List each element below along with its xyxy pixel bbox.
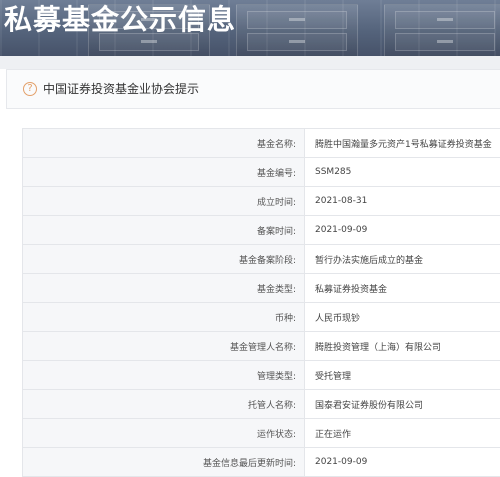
field-value: 2021-08-31 bbox=[305, 187, 500, 216]
field-value: 受托管理 bbox=[305, 361, 500, 390]
field-value: 人民币现钞 bbox=[305, 303, 500, 332]
field-label: 管理类型: bbox=[23, 361, 305, 390]
table-row: 运作状态:正在运作 bbox=[23, 419, 500, 448]
field-label: 成立时间: bbox=[23, 187, 305, 216]
table-row: 币种:人民币现钞 bbox=[23, 303, 500, 332]
table-row: 管理类型:受托管理 bbox=[23, 361, 500, 390]
field-label: 运作状态: bbox=[23, 419, 305, 448]
field-value: SSM285 bbox=[305, 158, 500, 187]
field-value: 正在运作 bbox=[305, 419, 500, 448]
field-value: 2021-09-09 bbox=[305, 216, 500, 245]
notice-text: 中国证券投资基金业协会提示 bbox=[43, 81, 199, 97]
field-label: 基金类型: bbox=[23, 274, 305, 303]
field-value: 腾胜中国瀚量多元资产1号私募证券投资基金 bbox=[305, 129, 500, 158]
table-row: 基金管理人名称:腾胜投资管理（上海）有限公司 bbox=[23, 332, 500, 361]
page-title: 私募基金公示信息 bbox=[4, 3, 236, 37]
banner-decoration bbox=[236, 4, 358, 56]
field-value: 2021-09-09 bbox=[305, 448, 500, 477]
table-row: 基金备案阶段:暂行办法实施后成立的基金 bbox=[23, 245, 500, 274]
field-label: 币种: bbox=[23, 303, 305, 332]
table-row: 基金编号:SSM285 bbox=[23, 158, 500, 187]
field-label: 备案时间: bbox=[23, 216, 305, 245]
field-label: 基金备案阶段: bbox=[23, 245, 305, 274]
question-circle-icon: ? bbox=[23, 82, 37, 96]
field-label: 基金编号: bbox=[23, 158, 305, 187]
field-label: 基金信息最后更新时间: bbox=[23, 448, 305, 477]
table-row: 基金名称:腾胜中国瀚量多元资产1号私募证券投资基金 bbox=[23, 129, 500, 158]
field-label: 基金名称: bbox=[23, 129, 305, 158]
header-banner: 私募基金公示信息 bbox=[0, 0, 500, 56]
table-row: 托管人名称:国泰君安证券股份有限公司 bbox=[23, 390, 500, 419]
banner-decoration bbox=[384, 4, 500, 56]
fund-info-table: 基金名称:腾胜中国瀚量多元资产1号私募证券投资基金基金编号:SSM285成立时间… bbox=[22, 128, 500, 477]
field-value: 私募证券投资基金 bbox=[305, 274, 500, 303]
table-row: 基金信息最后更新时间:2021-09-09 bbox=[23, 448, 500, 477]
field-value: 暂行办法实施后成立的基金 bbox=[305, 245, 500, 274]
field-label: 托管人名称: bbox=[23, 390, 305, 419]
field-label: 基金管理人名称: bbox=[23, 332, 305, 361]
section-divider bbox=[0, 56, 500, 69]
table-row: 备案时间:2021-09-09 bbox=[23, 216, 500, 245]
field-value: 腾胜投资管理（上海）有限公司 bbox=[305, 332, 500, 361]
notice-bar: ? 中国证券投资基金业协会提示 bbox=[6, 69, 500, 109]
table-row: 成立时间:2021-08-31 bbox=[23, 187, 500, 216]
table-row: 基金类型:私募证券投资基金 bbox=[23, 274, 500, 303]
field-value: 国泰君安证券股份有限公司 bbox=[305, 390, 500, 419]
